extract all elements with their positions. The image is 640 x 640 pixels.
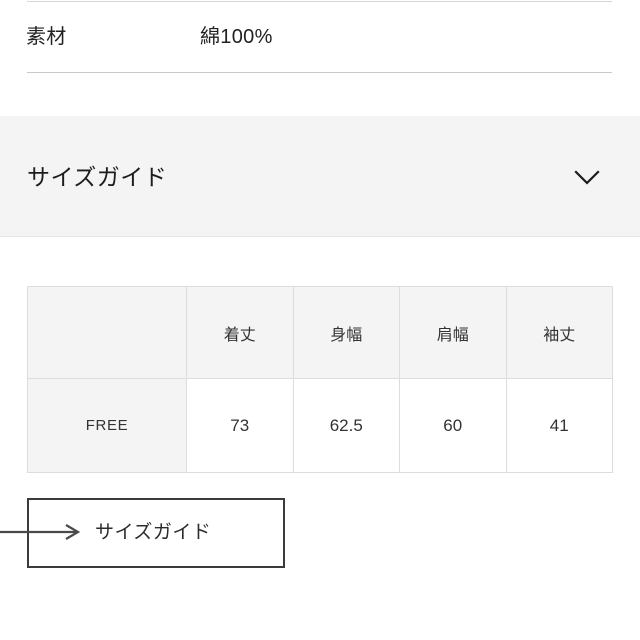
table-header-cell: 着丈 [186,286,294,379]
table-header-row: 着丈 身幅 肩幅 袖丈 [27,286,613,379]
table-cell: 41 [505,378,613,473]
table-header-cell: 身幅 [292,286,400,379]
size-measurement-table: 着丈 身幅 肩幅 袖丈 FREE 73 62.5 60 41 [27,286,613,473]
size-guide-accordion-title: サイズガイド [27,164,168,190]
spec-label-material: 素材 [26,26,67,48]
table-row-header-size: FREE [27,378,187,473]
table-cell: 73 [186,378,294,473]
size-guide-callout-label: サイズガイド [95,522,212,543]
spec-divider-bottom [27,72,612,73]
spec-row-material: 素材 綿100% [0,2,640,72]
size-guide-accordion-header[interactable]: サイズガイド [0,116,640,237]
chevron-down-icon[interactable] [570,160,604,194]
arrow-right-icon [0,524,81,540]
size-table-head: 着丈 身幅 肩幅 袖丈 [27,286,613,379]
size-guide-page: 素材 綿100% サイズガイド 着丈 身幅 肩幅 袖丈 FREE 73 62.5… [0,0,640,640]
spec-value-material: 綿100% [200,26,273,48]
table-cell: 60 [399,378,507,473]
size-table-body: FREE 73 62.5 60 41 [27,378,613,473]
table-corner-cell [27,286,187,379]
table-header-cell: 袖丈 [505,286,613,379]
table-cell: 62.5 [292,378,400,473]
table-row: FREE 73 62.5 60 41 [27,378,613,473]
table-header-cell: 肩幅 [399,286,507,379]
